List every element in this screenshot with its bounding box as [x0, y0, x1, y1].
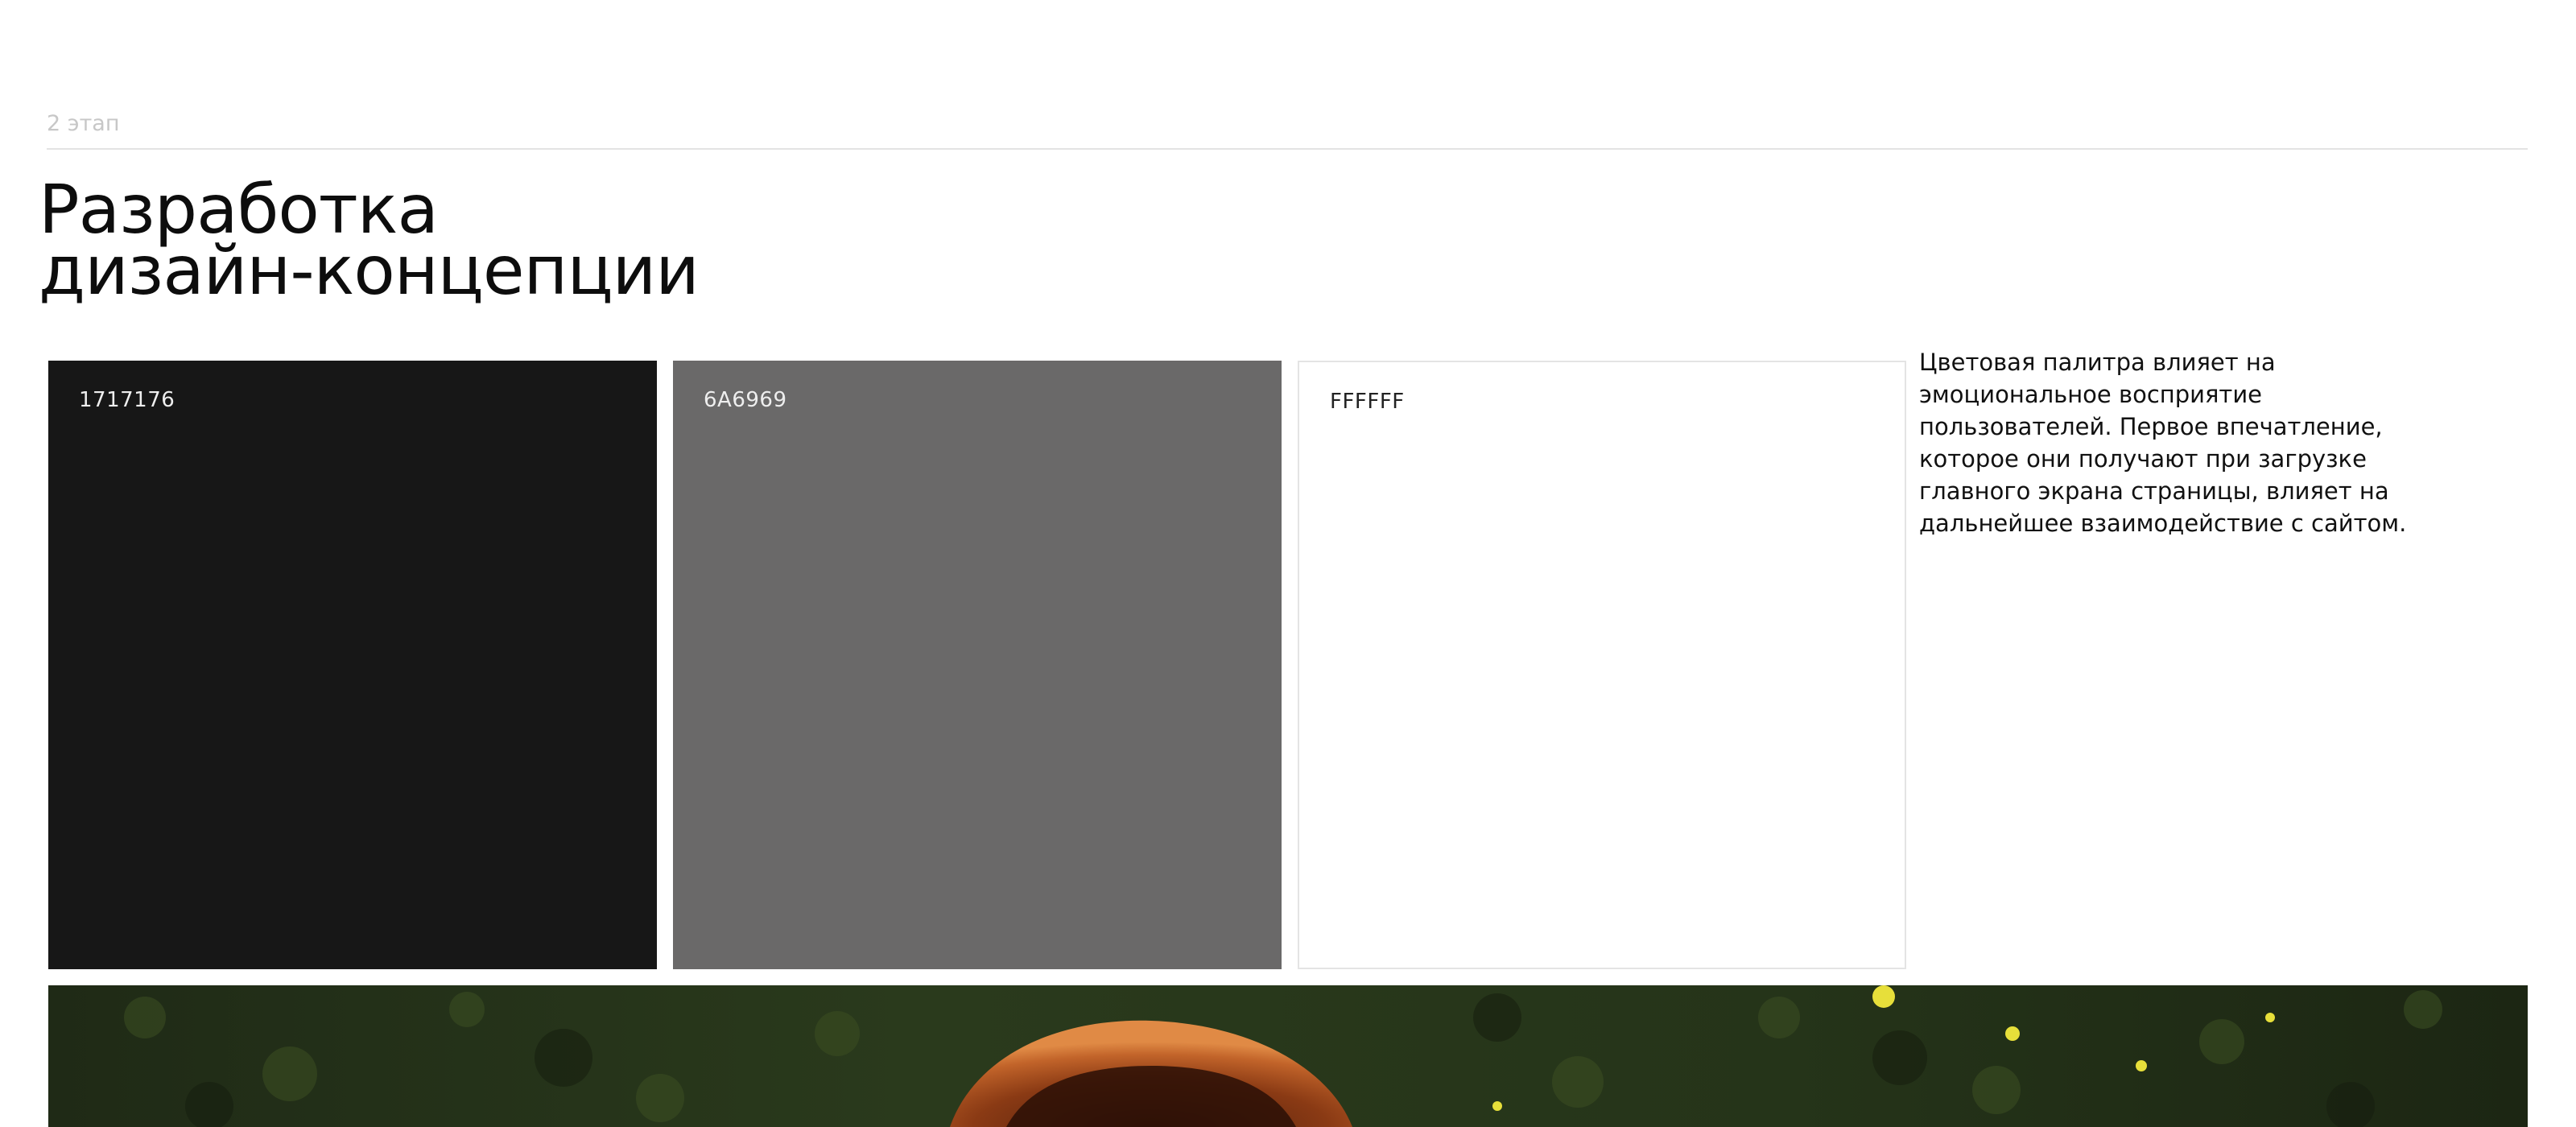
color-swatch-code: 1717176: [79, 388, 175, 412]
section-divider: [47, 148, 2528, 150]
hero-photo: [48, 985, 2528, 1127]
palette-description: Цветовая палитра влияет на эмоциональное…: [1919, 349, 2407, 537]
color-swatch-code: FFFFFF: [1330, 390, 1405, 414]
color-swatch-dark: 1717176: [48, 361, 657, 969]
color-swatch-white: FFFFFF: [1298, 361, 1906, 969]
color-swatch-code: 6A6969: [704, 388, 787, 412]
section-title: Разработка дизайн-концепции: [39, 175, 700, 310]
page: 2 этап Разработка дизайн-концепции 17171…: [0, 0, 2576, 1127]
section-title-line-2: дизайн-концепции: [39, 231, 700, 310]
color-swatch-gray: 6A6969: [673, 361, 1282, 969]
stage-label: 2 этап: [47, 111, 120, 136]
